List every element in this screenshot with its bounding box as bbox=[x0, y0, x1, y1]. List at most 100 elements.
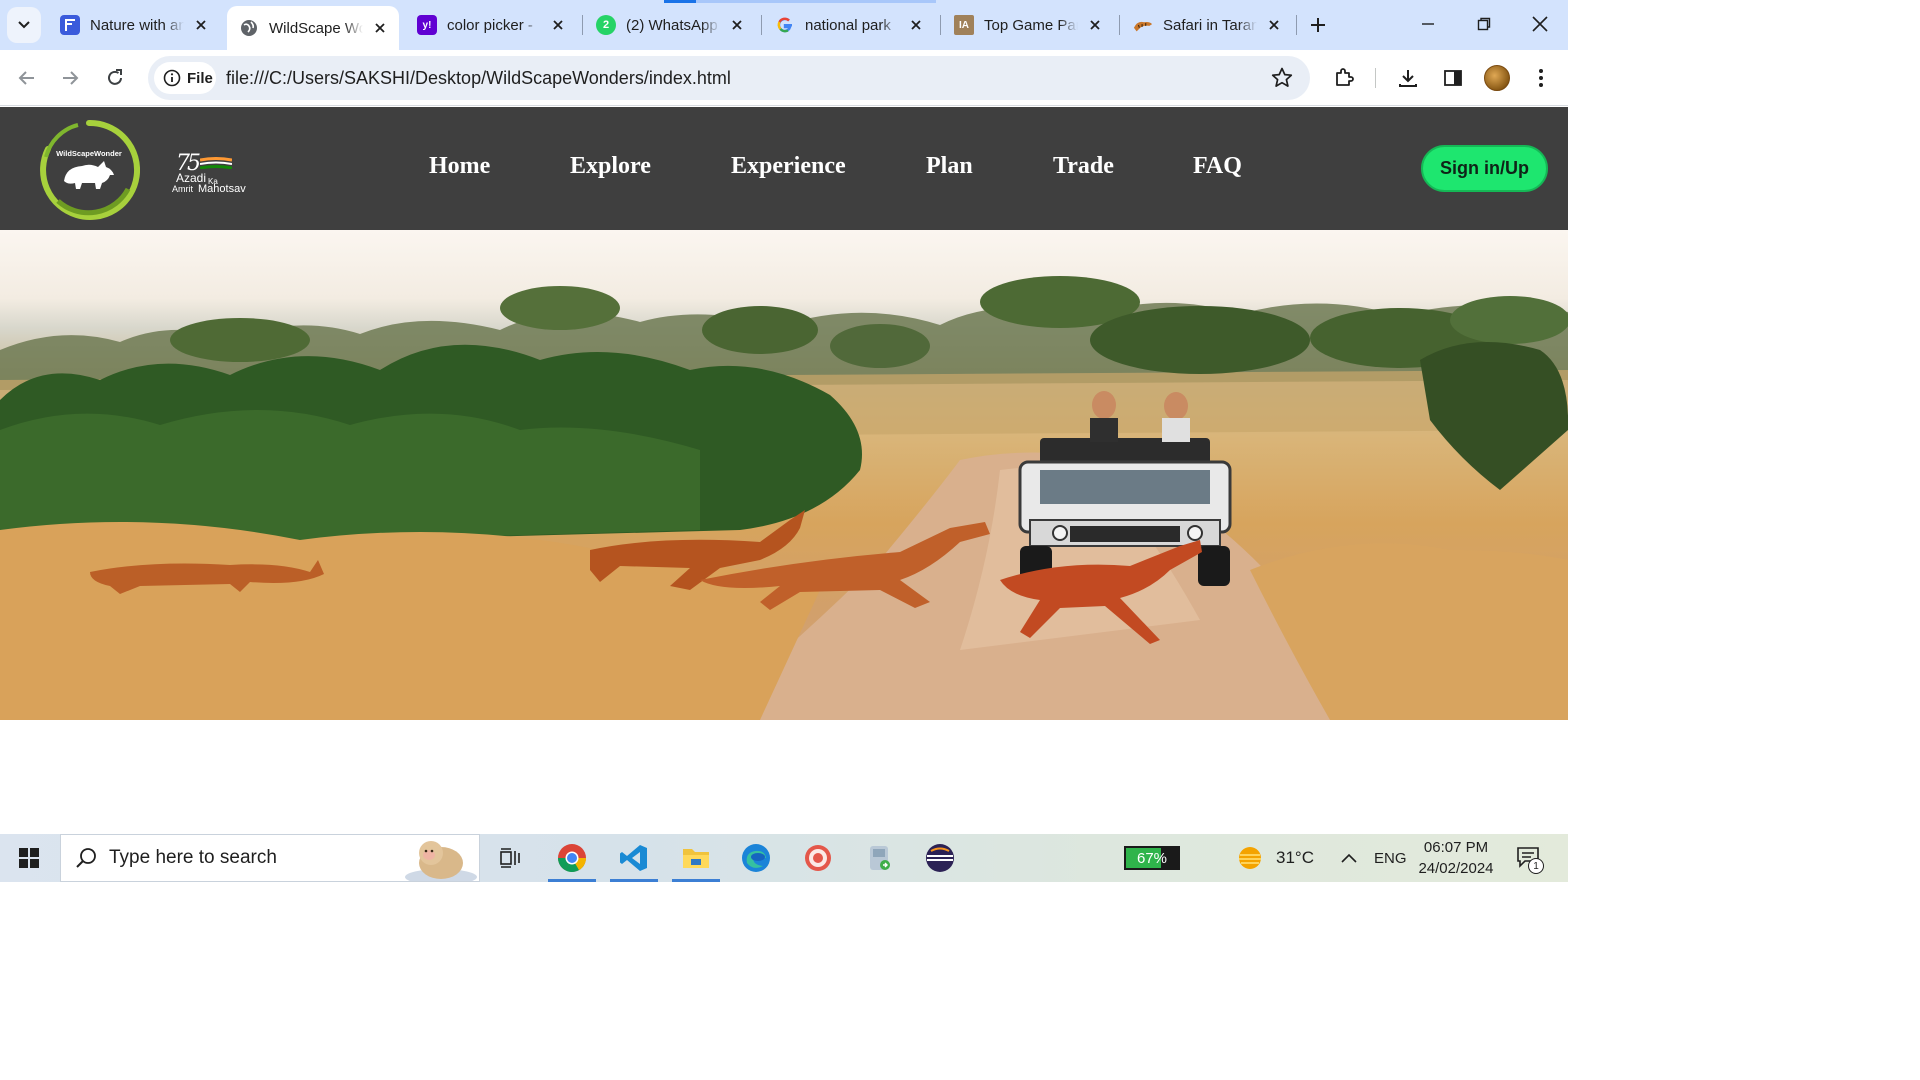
chevron-down-icon bbox=[18, 21, 30, 29]
site-info-chip[interactable]: File bbox=[154, 62, 216, 94]
nav-plan[interactable]: Plan bbox=[926, 153, 973, 180]
edge-icon bbox=[742, 844, 770, 872]
browser-tab[interactable]: national park bbox=[763, 7, 935, 43]
active-app-indicator bbox=[672, 879, 720, 882]
weather-sun-icon[interactable] bbox=[1236, 844, 1266, 872]
taskbar-app-red[interactable] bbox=[788, 834, 848, 882]
notification-count-badge: 1 bbox=[1528, 858, 1544, 874]
safari-scene bbox=[0, 276, 1568, 720]
tiger-icon bbox=[1133, 15, 1153, 35]
restore-icon bbox=[1477, 17, 1491, 31]
close-icon[interactable] bbox=[371, 19, 389, 37]
close-icon[interactable] bbox=[907, 16, 925, 34]
forward-button[interactable] bbox=[52, 60, 88, 96]
taskbar-chrome[interactable] bbox=[542, 834, 602, 882]
menu-button[interactable] bbox=[1523, 60, 1559, 96]
tab-search-button[interactable] bbox=[7, 7, 41, 43]
active-app-indicator bbox=[548, 879, 596, 882]
taskbar-file-explorer[interactable] bbox=[666, 834, 726, 882]
close-icon[interactable] bbox=[549, 16, 567, 34]
address-bar[interactable]: File file:///C:/Users/SAKSHI/Desktop/Wil… bbox=[148, 56, 1310, 100]
globe-icon bbox=[239, 18, 259, 38]
forward-arrow-icon bbox=[63, 71, 79, 85]
side-panel-icon bbox=[1444, 70, 1462, 86]
taskbar-eclipse[interactable] bbox=[910, 834, 970, 882]
nav-home[interactable]: Home bbox=[429, 153, 490, 180]
tab-loading-track bbox=[696, 0, 936, 3]
browser-tab[interactable]: 2 (2) WhatsApp bbox=[584, 7, 756, 43]
browser-tab[interactable]: y! color picker - bbox=[405, 7, 577, 43]
browser-tab[interactable]: Nature with an bbox=[48, 7, 220, 43]
close-icon[interactable] bbox=[192, 16, 210, 34]
tab-title: Nature with an bbox=[90, 16, 184, 34]
whatsapp-icon: 2 bbox=[596, 15, 616, 35]
close-icon bbox=[1532, 16, 1548, 32]
weather-temperature[interactable]: 31°C bbox=[1276, 848, 1314, 868]
ia-icon: IA bbox=[954, 15, 974, 35]
close-icon[interactable] bbox=[728, 16, 746, 34]
battery-indicator[interactable]: 67% bbox=[1124, 846, 1180, 870]
nav-trade[interactable]: Trade bbox=[1053, 153, 1114, 180]
active-app-indicator bbox=[610, 879, 658, 882]
google-icon bbox=[775, 15, 795, 35]
wildscape-logo[interactable]: WildScapeWonder bbox=[38, 119, 140, 221]
bookmark-star-icon[interactable] bbox=[1270, 66, 1294, 90]
downloads-button[interactable] bbox=[1390, 60, 1426, 96]
windows-logo-icon bbox=[19, 848, 39, 868]
tab-title: national park bbox=[805, 16, 891, 34]
browser-tab[interactable]: Safari in Taran bbox=[1121, 7, 1293, 43]
forms-icon bbox=[60, 15, 80, 35]
taskbar-edge[interactable] bbox=[726, 834, 786, 882]
target-app-icon bbox=[805, 845, 831, 871]
task-view-button[interactable] bbox=[488, 834, 532, 882]
nav-experience[interactable]: Experience bbox=[731, 153, 846, 180]
minimize-icon bbox=[1422, 23, 1434, 25]
back-button[interactable] bbox=[9, 60, 45, 96]
taskbar-app-installer[interactable] bbox=[850, 834, 910, 882]
reload-button[interactable] bbox=[97, 60, 133, 96]
taskbar-vscode[interactable] bbox=[604, 834, 664, 882]
taskbar-search-box[interactable]: Type here to search bbox=[60, 834, 480, 882]
back-arrow-icon bbox=[18, 71, 34, 85]
reload-icon bbox=[108, 69, 122, 85]
tab-separator bbox=[761, 15, 762, 35]
toolbar-divider bbox=[1375, 68, 1376, 88]
side-panel-button[interactable] bbox=[1435, 60, 1471, 96]
profile-avatar[interactable] bbox=[1484, 65, 1510, 91]
badge-line4: Mahotsav bbox=[198, 183, 246, 195]
minimize-button[interactable] bbox=[1400, 0, 1456, 48]
info-icon bbox=[163, 69, 181, 87]
battery-percent: 67% bbox=[1136, 849, 1168, 867]
start-button[interactable] bbox=[0, 834, 58, 882]
language-indicator[interactable]: ENG bbox=[1374, 850, 1407, 867]
browser-tab[interactable]: IA Top Game Par bbox=[942, 7, 1114, 43]
sign-in-button[interactable]: Sign in/Up bbox=[1421, 145, 1548, 192]
url-text[interactable]: file:///C:/Users/SAKSHI/Desktop/WildScap… bbox=[226, 56, 731, 100]
eclipse-icon bbox=[926, 844, 954, 872]
tab-title: Safari in Taran bbox=[1163, 16, 1257, 34]
clock-time: 06:07 PM bbox=[1423, 839, 1489, 856]
download-icon bbox=[1399, 70, 1417, 87]
browser-tab-active[interactable]: WildScape Wo bbox=[227, 6, 399, 50]
azadi-ka-amrit-mahotsav-logo: 75 Azadi Ka Amrit Mahotsav bbox=[170, 151, 250, 199]
system-clock[interactable]: 06:07 PM 24/02/2024 bbox=[1410, 837, 1502, 879]
new-tab-button[interactable] bbox=[1304, 11, 1332, 39]
restore-button[interactable] bbox=[1456, 0, 1512, 48]
close-window-button[interactable] bbox=[1512, 0, 1568, 48]
nav-explore[interactable]: Explore bbox=[570, 153, 651, 180]
close-icon[interactable] bbox=[1086, 16, 1104, 34]
search-placeholder: Type here to search bbox=[109, 847, 277, 868]
badge-line3: Amrit bbox=[172, 184, 193, 194]
installer-icon bbox=[870, 846, 890, 870]
close-icon[interactable] bbox=[1265, 16, 1283, 34]
logo-text: WildScapeWonder bbox=[56, 149, 122, 158]
nav-faq[interactable]: FAQ bbox=[1193, 153, 1242, 180]
site-header: WildScapeWonder 75 Azadi Ka Amrit Mahots… bbox=[0, 107, 1568, 230]
chevron-up-icon[interactable] bbox=[1340, 851, 1358, 865]
extensions-button[interactable] bbox=[1326, 60, 1362, 96]
flag-stripes-icon bbox=[200, 157, 232, 169]
search-icon bbox=[76, 848, 96, 868]
folder-icon bbox=[683, 849, 709, 868]
tab-title: Top Game Par bbox=[984, 16, 1078, 34]
browser-tab-strip: Nature with an WildScape Wo y! color pic… bbox=[0, 0, 1568, 50]
